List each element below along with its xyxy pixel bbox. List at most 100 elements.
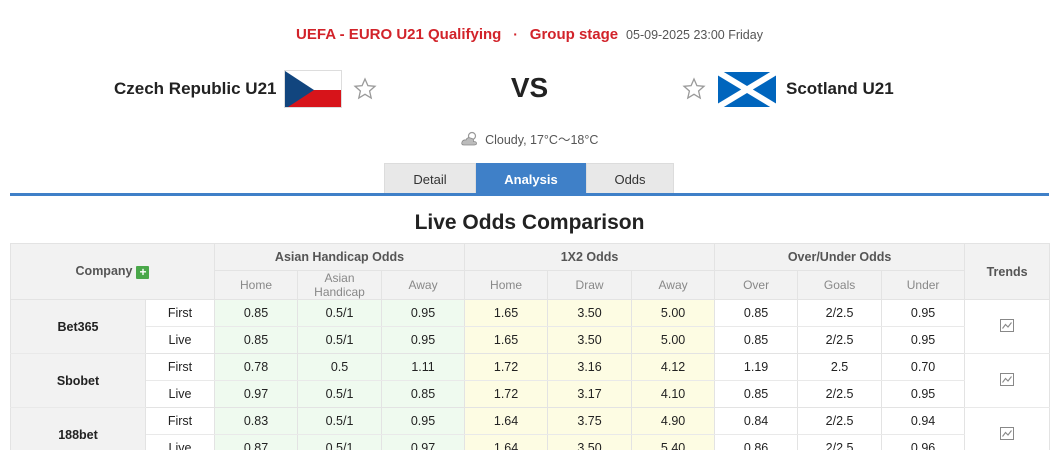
company-name[interactable]: Sbobet	[10, 353, 146, 408]
ou-over-subheader: Over	[714, 270, 799, 300]
x12-away-odds: 5.00	[631, 326, 716, 354]
ou-goals: 2.5	[797, 353, 883, 381]
odds-comparison-table: Company + Asian Handicap Odds 1X2 Odds Ov…	[9, 243, 1051, 450]
ou-over-odds: 0.85	[714, 380, 799, 408]
competition-link[interactable]: UEFA - EURO U21 Qualifying	[296, 26, 501, 43]
ah-handicap: 0.5/1	[297, 380, 383, 408]
table-row: 188bet First 0.83 0.5/1 0.95 1.64 3.75 4…	[10, 407, 1051, 450]
ou-under-odds: 0.95	[881, 380, 966, 408]
ah-home-odds: 0.83	[214, 407, 299, 435]
x12-away-subheader: Away	[631, 270, 716, 300]
match-datetime: 05-09-2025 23:00 Friday	[626, 28, 763, 42]
ou-over-odds: 0.84	[714, 407, 799, 435]
x12-home-odds: 1.65	[464, 299, 549, 327]
ou-under-odds: 0.95	[881, 299, 966, 327]
tab-odds[interactable]: Odds	[586, 163, 674, 195]
ah-away-odds: 0.95	[381, 407, 466, 435]
x12-home-odds: 1.64	[464, 407, 549, 435]
ou-under-odds: 0.95	[881, 326, 966, 354]
x12-draw-odds: 3.17	[547, 380, 633, 408]
x12-away-odds: 5.00	[631, 299, 716, 327]
add-company-plus-icon[interactable]: +	[136, 266, 150, 279]
ah-handicap-subheader: Asian Handicap	[297, 270, 383, 300]
1x2-header: 1X2 Odds	[464, 243, 716, 271]
x12-away-odds: 4.12	[631, 353, 716, 381]
ou-over-odds: 0.85	[714, 326, 799, 354]
scotland-flag-icon	[718, 72, 776, 107]
match-header: UEFA - EURO U21 Qualifying · Group stage…	[0, 26, 1059, 43]
ah-away-odds: 0.95	[381, 326, 466, 354]
x12-home-odds: 1.65	[464, 326, 549, 354]
ah-home-odds: 0.85	[214, 326, 299, 354]
x12-draw-odds: 3.50	[547, 299, 633, 327]
odds-kind: Live	[144, 380, 216, 408]
ou-goals: 2/2.5	[797, 380, 883, 408]
line-chart-icon[interactable]	[1000, 426, 1015, 443]
tab-underline	[10, 193, 1049, 196]
tab-analysis[interactable]: Analysis	[476, 163, 586, 195]
stage-link[interactable]: Group stage	[530, 26, 618, 43]
vs-label: VS	[510, 72, 549, 103]
odds-kind: First	[144, 407, 216, 435]
ah-home-odds: 0.87	[214, 434, 299, 450]
odds-kind: Live	[144, 434, 216, 450]
ou-goals-subheader: Goals	[797, 270, 883, 300]
table-row: Sbobet First 0.78 0.5 1.11 1.72 3.16 4.1…	[10, 353, 1051, 408]
line-chart-icon[interactable]	[1000, 372, 1015, 389]
ou-goals: 2/2.5	[797, 326, 883, 354]
table-row: Live 0.97 0.5/1 0.85 1.72 3.17 4.10 0.85…	[11, 380, 1050, 408]
ah-home-subheader: Home	[214, 270, 299, 300]
match-tabs: Detail Analysis Odds	[384, 163, 674, 195]
odds-kind: First	[144, 299, 216, 327]
company-header-label: Company	[75, 264, 133, 278]
company-header: Company +	[9, 243, 216, 300]
cloud-sun-icon	[460, 131, 479, 150]
x12-draw-odds: 3.50	[547, 434, 633, 450]
odds-kind: First	[144, 353, 216, 381]
asian-handicap-header: Asian Handicap Odds	[214, 243, 466, 271]
x12-draw-subheader: Draw	[547, 270, 633, 300]
trend-cell	[964, 299, 1051, 354]
section-title: Live Odds Comparison	[414, 211, 645, 234]
favorite-away-star-icon[interactable]	[682, 77, 706, 101]
x12-draw-odds: 3.50	[547, 326, 633, 354]
company-name[interactable]: Bet365	[10, 299, 146, 354]
ou-under-subheader: Under	[881, 270, 966, 300]
line-chart-icon[interactable]	[1000, 318, 1015, 335]
table-row: Live 0.85 0.5/1 0.95 1.65 3.50 5.00 0.85…	[11, 326, 1050, 354]
ah-away-odds: 0.95	[381, 299, 466, 327]
trend-cell	[964, 407, 1051, 450]
ou-under-odds: 0.94	[881, 407, 966, 435]
x12-home-odds: 1.72	[464, 353, 549, 381]
ou-goals: 2/2.5	[797, 299, 883, 327]
x12-away-odds: 4.10	[631, 380, 716, 408]
company-name[interactable]: 188bet	[10, 407, 146, 450]
weather-text: Cloudy, 17°C～18°C	[485, 133, 599, 147]
away-team-name[interactable]: Scotland U21	[786, 79, 894, 99]
x12-draw-odds: 3.16	[547, 353, 633, 381]
ah-handicap: 0.5/1	[297, 407, 383, 435]
x12-home-subheader: Home	[464, 270, 549, 300]
x12-home-odds: 1.72	[464, 380, 549, 408]
trend-cell	[964, 353, 1051, 408]
tab-detail[interactable]: Detail	[384, 163, 476, 195]
weather-info: Cloudy, 17°C～18°C	[0, 129, 1059, 150]
header-separator: ·	[513, 26, 518, 42]
x12-away-odds: 4.90	[631, 407, 716, 435]
x12-draw-odds: 3.75	[547, 407, 633, 435]
ou-goals: 2/2.5	[797, 407, 883, 435]
ah-handicap: 0.5/1	[297, 326, 383, 354]
ah-home-odds: 0.78	[214, 353, 299, 381]
trends-header: Trends	[964, 243, 1051, 300]
ah-handicap: 0.5/1	[297, 299, 383, 327]
ou-under-odds: 0.70	[881, 353, 966, 381]
over-under-header: Over/Under Odds	[714, 243, 966, 271]
ou-under-odds: 0.96	[881, 434, 966, 450]
ah-away-odds: 0.85	[381, 380, 466, 408]
ah-away-odds: 1.11	[381, 353, 466, 381]
ah-handicap: 0.5	[297, 353, 383, 381]
table-row: Bet365 First 0.85 0.5/1 0.95 1.65 3.50 5…	[10, 299, 1051, 354]
ou-over-odds: 0.85	[714, 299, 799, 327]
ou-goals: 2/2.5	[797, 434, 883, 450]
x12-away-odds: 5.40	[631, 434, 716, 450]
